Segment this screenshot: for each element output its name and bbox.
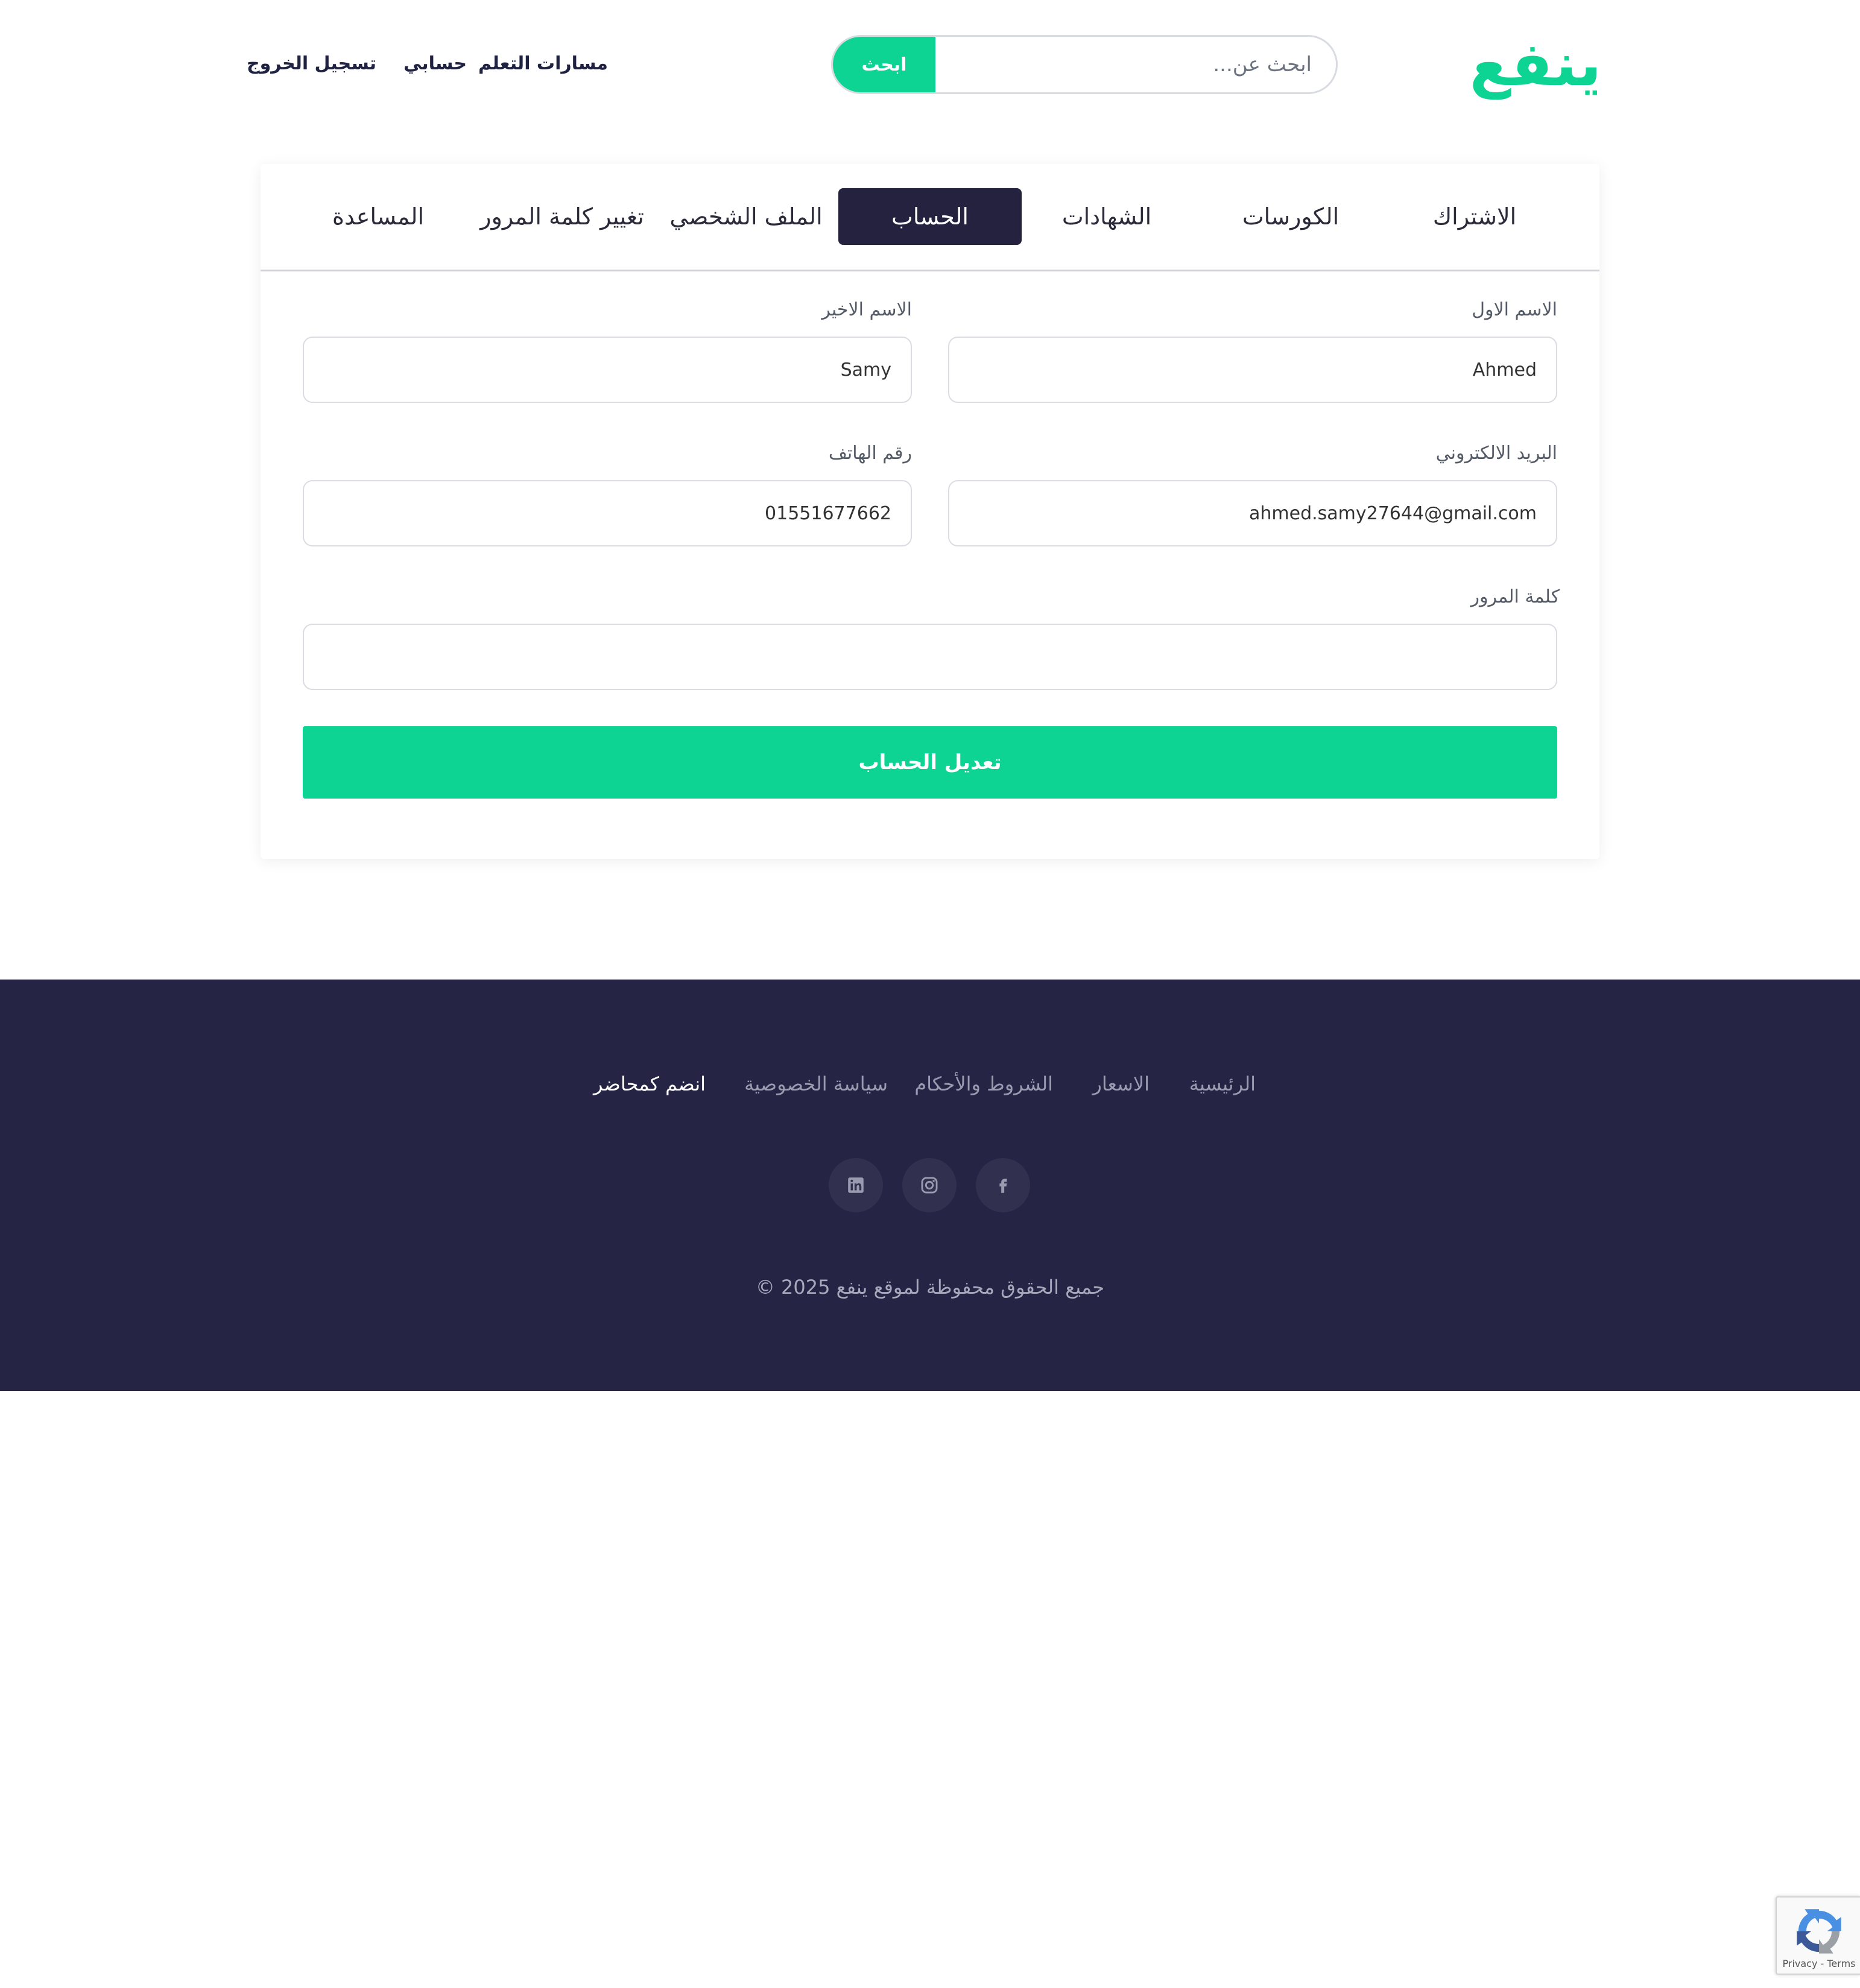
- search-button[interactable]: ابحث: [833, 37, 935, 92]
- tab-courses[interactable]: الكورسات: [1199, 188, 1382, 245]
- facebook-button[interactable]: [976, 1158, 1030, 1212]
- phone-field[interactable]: [303, 480, 912, 546]
- update-account-button[interactable]: تعديل الحساب: [303, 726, 1557, 799]
- first-name-label: الاسم الاول: [1472, 299, 1557, 320]
- nav-my-account[interactable]: حسابي: [403, 49, 467, 78]
- recaptcha-icon: [1797, 1909, 1841, 1954]
- footer-link-privacy[interactable]: سياسة الخصوصية: [744, 1069, 888, 1099]
- phone-label: رقم الهاتف: [828, 443, 912, 464]
- page: ينفع ابحث مسارات التعلم حسابي تسجيل الخر…: [0, 0, 1860, 1988]
- facebook-icon: [999, 1179, 1007, 1193]
- account-card: الاشتراك الكورسات الشهادات الحساب الملف …: [261, 164, 1599, 859]
- instagram-button[interactable]: [902, 1158, 957, 1212]
- recaptcha-privacy-terms[interactable]: Privacy - Terms: [1777, 1958, 1860, 1969]
- header: ينفع ابحث مسارات التعلم حسابي تسجيل الخر…: [0, 0, 1860, 129]
- footer-link-join-instructor[interactable]: انضم كمحاضر: [593, 1069, 706, 1099]
- footer-link-home[interactable]: الرئيسية: [1189, 1069, 1256, 1099]
- copyright-text: جميع الحقوق محفوظة لموقع ينفع 2025 ©: [755, 1276, 1105, 1299]
- password-label: كلمة المرور: [1470, 586, 1560, 607]
- email-field[interactable]: [948, 480, 1557, 546]
- password-field[interactable]: [303, 624, 1557, 690]
- tab-subscription[interactable]: الاشتراك: [1383, 188, 1566, 245]
- linkedin-button[interactable]: [829, 1158, 883, 1212]
- last-name-field[interactable]: [303, 337, 912, 403]
- search-bar: ابحث: [831, 35, 1338, 94]
- first-name-field[interactable]: [948, 337, 1557, 403]
- search-input[interactable]: [935, 37, 1336, 92]
- tab-certificates[interactable]: الشهادات: [1015, 188, 1198, 245]
- tab-account[interactable]: الحساب: [838, 188, 1022, 245]
- nav-learning-paths[interactable]: مسارات التعلم: [478, 49, 608, 78]
- account-tabs: الاشتراك الكورسات الشهادات الحساب الملف …: [261, 164, 1599, 271]
- site-logo[interactable]: ينفع: [1470, 29, 1602, 100]
- linkedin-icon: [848, 1177, 864, 1193]
- instagram-icon: [921, 1177, 938, 1194]
- tab-help[interactable]: المساعدة: [286, 188, 470, 245]
- last-name-label: الاسم الاخير: [821, 299, 912, 320]
- nav-logout[interactable]: تسجيل الخروج: [247, 49, 376, 78]
- footer-link-pricing[interactable]: الاسعار: [1092, 1069, 1150, 1099]
- footer-link-terms[interactable]: الشروط والأحكام: [914, 1069, 1053, 1099]
- email-label: البريد الالكتروني: [1435, 443, 1557, 464]
- tab-change-password[interactable]: تغيير كلمة المرور: [470, 188, 654, 245]
- recaptcha-badge[interactable]: Privacy - Terms: [1776, 1896, 1860, 1975]
- tab-profile[interactable]: الملف الشخصي: [654, 188, 838, 245]
- footer: الرئيسية الاسعار الشروط والأحكام سياسة ا…: [0, 980, 1860, 1391]
